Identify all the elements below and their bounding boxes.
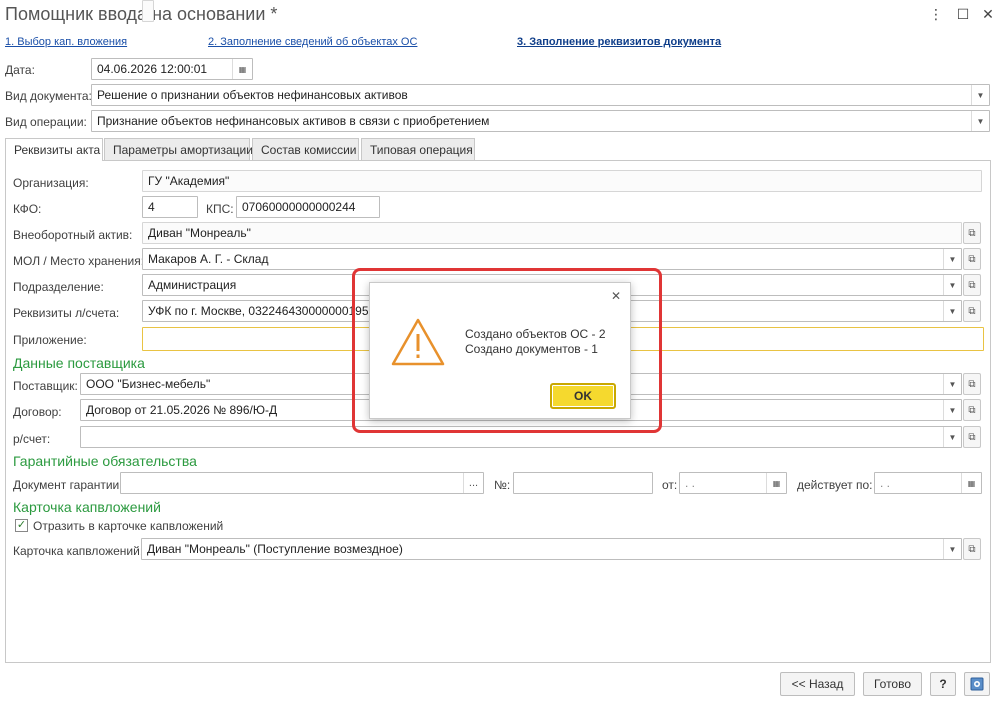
open-icon[interactable]: ⧉	[963, 300, 981, 322]
asset-field[interactable]: Диван "Монреаль"	[142, 222, 962, 244]
operation-select[interactable]: Признание объектов нефинансовых активов …	[91, 110, 990, 132]
calendar-icon[interactable]: ▦	[232, 59, 252, 79]
kfo-value: 4	[148, 200, 155, 214]
tab-typical-operation[interactable]: Типовая операция	[361, 138, 475, 160]
supplier-section-title: Данные поставщика	[13, 355, 145, 371]
chevron-down-icon[interactable]: ▼	[943, 275, 961, 295]
card-section-title: Карточка капвложений	[13, 499, 161, 515]
tab-depreciation[interactable]: Параметры амортизации	[104, 138, 253, 160]
open-icon[interactable]: ⧉	[963, 373, 981, 395]
org-label: Организация:	[13, 176, 89, 190]
card-value: Диван "Монреаль" (Поступление возмездное…	[147, 542, 403, 556]
kfo-field[interactable]: 4	[142, 196, 198, 218]
settings-button[interactable]	[964, 672, 990, 696]
reflect-label: Отразить в карточке капвложений	[33, 519, 224, 533]
dialog-message-line-2: Создано документов - 1	[465, 342, 598, 356]
org-field[interactable]: ГУ "Академия"	[142, 170, 982, 192]
chevron-down-icon[interactable]: ▼	[943, 427, 961, 447]
open-icon[interactable]: ⧉	[963, 248, 981, 270]
done-button[interactable]: Готово	[863, 672, 922, 696]
more-menu-icon[interactable]: ⋮	[928, 6, 944, 22]
asset-field-placeholder	[142, 0, 154, 22]
operation-value: Признание объектов нефинансовых активов …	[97, 114, 490, 128]
open-icon[interactable]: ⧉	[963, 399, 981, 421]
dialog-message-line-1: Создано объектов ОС - 2	[465, 327, 606, 341]
chevron-down-icon[interactable]: ▼	[943, 374, 961, 394]
tab-commission[interactable]: Состав комиссии	[252, 138, 359, 160]
step-1-link[interactable]: 1. Выбор кап. вложения	[5, 36, 127, 48]
chevron-down-icon[interactable]: ▼	[943, 400, 961, 420]
doc-type-value: Решение о признании объектов нефинансовы…	[97, 88, 408, 102]
tab-act-details[interactable]: Реквизиты акта	[5, 138, 103, 161]
guarantee-valid-value: . .	[880, 476, 891, 490]
contract-label: Договор:	[13, 405, 62, 419]
supplier-value: ООО "Бизнес-мебель"	[86, 377, 211, 391]
form-settings-icon	[970, 677, 984, 691]
calendar-icon[interactable]: ▦	[961, 473, 981, 493]
open-icon[interactable]: ⧉	[963, 222, 981, 244]
chevron-down-icon[interactable]: ▼	[943, 301, 961, 321]
kps-label: КПС:	[206, 202, 234, 216]
dialog-close-icon[interactable]: ✕	[611, 289, 621, 303]
step-2-link[interactable]: 2. Заполнение сведений об объектах ОС	[208, 36, 417, 48]
mol-label: МОЛ / Место хранения:	[13, 254, 145, 268]
supplier-account-label: р/счет:	[13, 432, 51, 446]
open-icon[interactable]: ⧉	[963, 274, 981, 296]
kps-field[interactable]: 07060000000000244	[236, 196, 380, 218]
close-icon[interactable]: ✕	[980, 6, 996, 22]
attachment-label: Приложение:	[13, 333, 87, 347]
account-label: Реквизиты л/счета:	[13, 306, 120, 320]
date-field[interactable]: 04.06.2026 12:00:01 ▦	[91, 58, 253, 80]
operation-label: Вид операции:	[5, 115, 87, 129]
reflect-checkbox[interactable]: ✓	[15, 519, 28, 532]
back-button[interactable]: << Назад	[780, 672, 855, 696]
guarantee-doc-field[interactable]: ...	[120, 472, 484, 494]
contract-value: Договор от 21.05.2026 № 896/Ю-Д	[86, 403, 278, 417]
kfo-label: КФО:	[13, 202, 42, 216]
chevron-down-icon[interactable]: ▼	[971, 85, 989, 105]
chevron-down-icon[interactable]: ▼	[943, 249, 961, 269]
account-value: УФК по г. Москве, 0322464300000001950	[148, 304, 376, 318]
chevron-down-icon[interactable]: ▼	[943, 539, 961, 559]
open-icon[interactable]: ⧉	[963, 426, 981, 448]
warning-icon	[391, 318, 445, 366]
guarantee-from-label: от:	[662, 478, 678, 492]
date-label: Дата:	[5, 63, 35, 77]
card-select[interactable]: Диван "Монреаль" (Поступление возмездное…	[141, 538, 962, 560]
select-button[interactable]: ...	[463, 473, 483, 493]
maximize-icon[interactable]: ☐	[955, 6, 971, 22]
chevron-down-icon[interactable]: ▼	[971, 111, 989, 131]
guarantee-from-value: . .	[685, 476, 696, 490]
mol-select[interactable]: Макаров А. Г. - Склад ▼	[142, 248, 962, 270]
open-icon[interactable]: ⧉	[963, 538, 981, 560]
calendar-icon[interactable]: ▦	[766, 473, 786, 493]
asset-value: Диван "Монреаль"	[148, 226, 251, 240]
guarantee-section-title: Гарантийные обязательства	[13, 453, 197, 469]
mol-value: Макаров А. Г. - Склад	[148, 252, 269, 266]
asset-label: Внеоборотный актив:	[13, 228, 133, 242]
guarantee-valid-field[interactable]: . . ▦	[874, 472, 982, 494]
doc-type-label: Вид документа:	[5, 89, 92, 103]
date-value: 04.06.2026 12:00:01	[97, 62, 208, 76]
guarantee-num-label: №:	[494, 478, 511, 492]
dept-label: Подразделение:	[13, 280, 104, 294]
org-value: ГУ "Академия"	[148, 174, 230, 188]
guarantee-doc-label: Документ гарантии:	[13, 478, 123, 492]
ok-button[interactable]: OK	[550, 383, 616, 409]
supplier-label: Поставщик:	[13, 379, 78, 393]
info-dialog: ✕ Создано объектов ОС - 2 Создано докуме…	[369, 282, 631, 419]
kps-value: 07060000000000244	[242, 200, 356, 214]
step-3-link[interactable]: 3. Заполнение реквизитов документа	[517, 36, 721, 48]
dept-value: Администрация	[148, 278, 237, 292]
supplier-account-select[interactable]: ▼	[80, 426, 962, 448]
guarantee-valid-label: действует по:	[797, 478, 873, 492]
help-button[interactable]: ?	[930, 672, 956, 696]
card-label: Карточка капвложений:	[13, 544, 144, 558]
guarantee-num-field[interactable]	[513, 472, 653, 494]
guarantee-from-field[interactable]: . . ▦	[679, 472, 787, 494]
doc-type-select[interactable]: Решение о признании объектов нефинансовы…	[91, 84, 990, 106]
